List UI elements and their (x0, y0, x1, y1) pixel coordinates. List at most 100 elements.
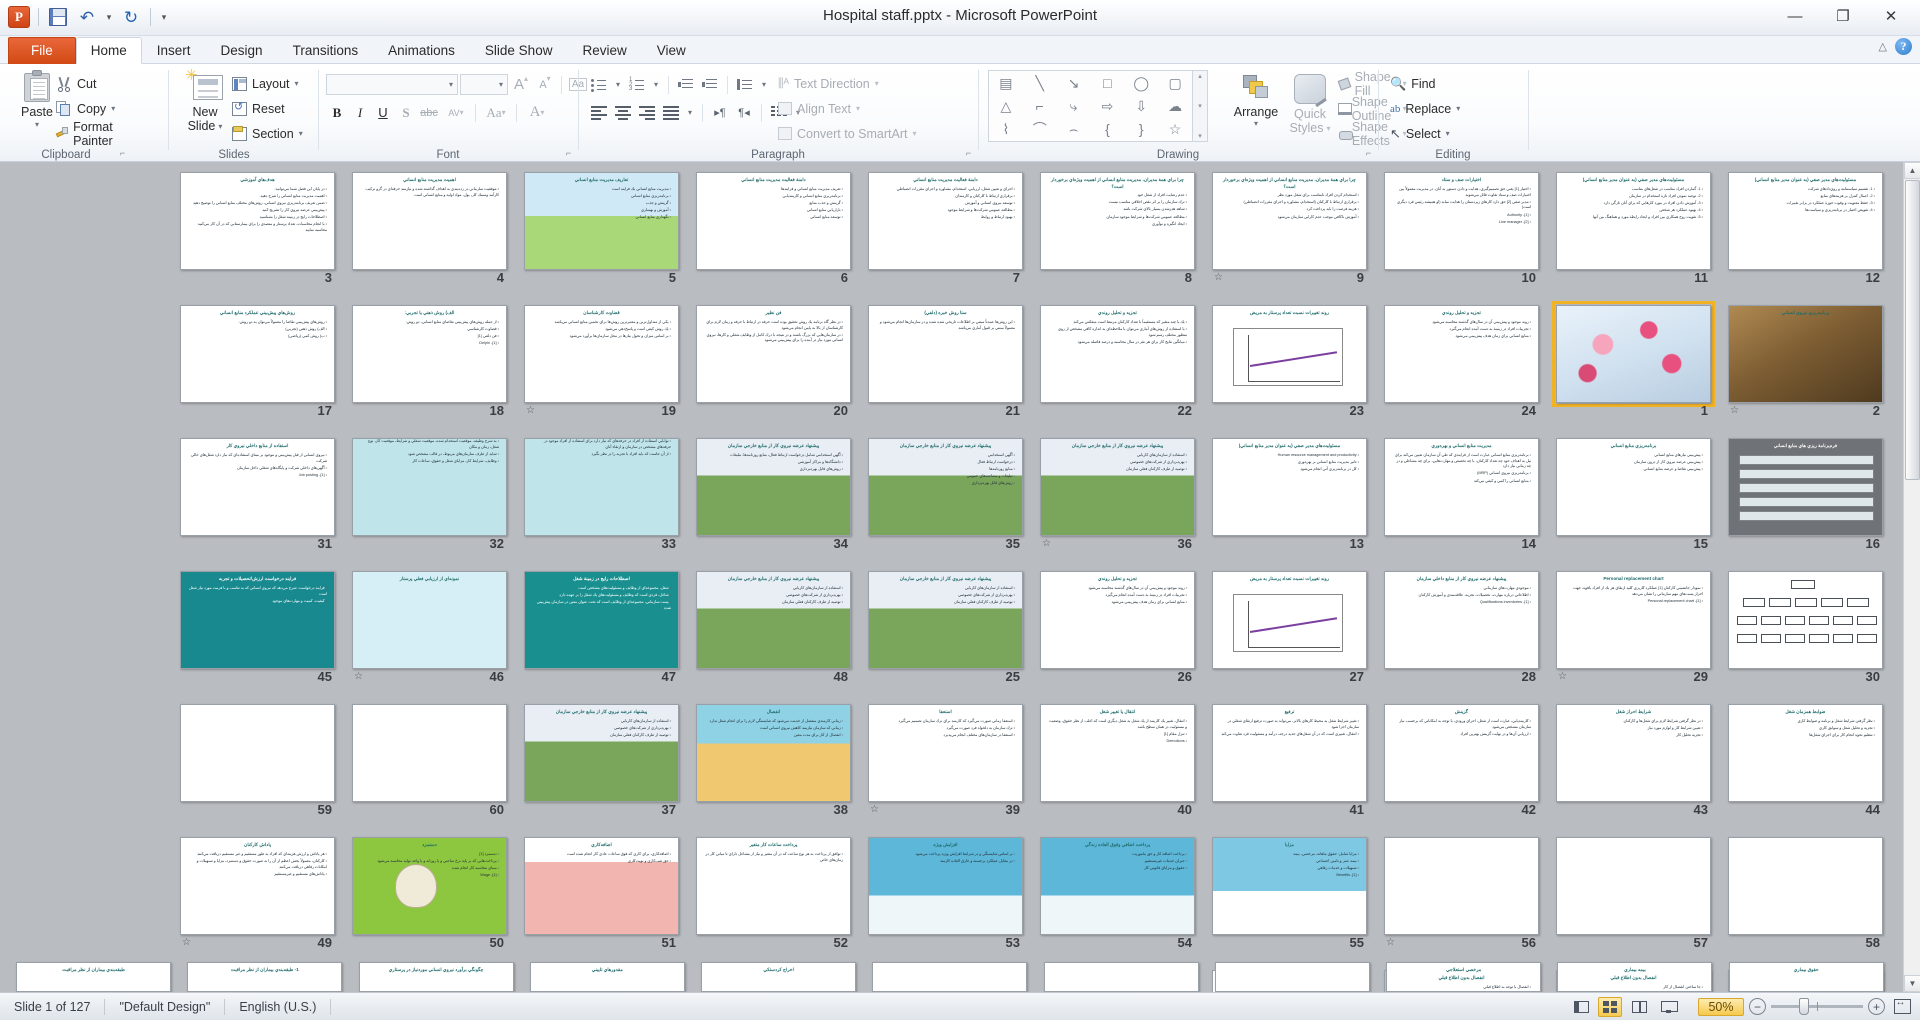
slide-thumbnail[interactable]: شرايط احراز شغل در نظر گرفتن شرايط لازم ب… (1556, 704, 1711, 802)
slide-thumbnail-cell[interactable]: نمونه‌اي از ارزيابي فعلي پرستار 46 ☆ (344, 567, 516, 700)
slide-thumbnail-cell-partial[interactable]: مرخصي و روزهاي تعطيل (1207, 962, 1378, 992)
convert-to-smartart-button[interactable]: Convert to SmartArt ▾ (778, 123, 916, 144)
slide-thumbnail[interactable]: دستمزد دستمزد [1]پرداخت‌هايي كه بر پايه ن… (352, 837, 507, 935)
shape-arrow-icon[interactable]: ↘ (1068, 76, 1080, 90)
slide-thumbnail-cell[interactable]: مديريت منابع انساني و بهره‌وري برنامه‌ريز… (1376, 434, 1548, 567)
shape-rightbrace-icon[interactable]: } (1139, 122, 1144, 136)
slide-thumbnail-cell[interactable]: روند تغييرات نسبت تعداد پرستار به مريض 27 (1204, 567, 1376, 700)
slide-show-view-button[interactable] (1656, 997, 1680, 1017)
slide-thumbnail[interactable]: افزايش ويژه بر اساس شايستگي و در شرايط اف… (868, 837, 1023, 935)
shapes-scroll-down-icon[interactable]: ▾ (1198, 102, 1202, 110)
slide-thumbnail[interactable]: پيشنهاد عرضه نيروي كار از منابع خارجي سا… (868, 571, 1023, 669)
shape-roundrect-icon[interactable]: ▢ (1168, 76, 1181, 90)
slide-thumbnail-cell[interactable]: پرداخت ساعات كار متغير توافق از پرداخت به… (688, 833, 860, 966)
slide-thumbnail-cell[interactable]: انفصال زماني كارمندي منفصل از خدمت مي‌شود… (688, 700, 860, 833)
slide-thumbnail[interactable]: انتقال يا تغيير شغل انتقال، تغيير يك كارم… (1040, 704, 1195, 802)
slide-thumbnail[interactable]: برنامه‌ريزي نيروي انساني (1728, 305, 1883, 403)
character-spacing-button[interactable]: AV ▾ (441, 102, 471, 123)
slide-thumbnail-cell[interactable]: روش‌هاي پيش‌بيني عملكرد منابع انساني روش‌… (172, 301, 344, 434)
slide-thumbnail[interactable]: اضافه‌كاري اضافه‌كاري، براي كاري كه فوق س… (524, 837, 679, 935)
font-dialog-launcher[interactable]: ⌐ (563, 148, 574, 159)
slide-thumbnail[interactable]: طبقه‌بندي بيماران از نظر مراقبت (16, 962, 172, 992)
slide-thumbnail-cell[interactable]: 60 (344, 700, 516, 833)
clipboard-dialog-launcher[interactable]: ⌐ (117, 148, 128, 159)
shape-line-icon[interactable]: ╲ (1036, 76, 1044, 90)
slide-thumbnail-cell[interactable]: روند تغييرات نسبت تعداد پرستار به مريض 23 (1204, 301, 1376, 434)
change-case-button[interactable]: Aa ▾ (480, 102, 512, 123)
shape-cloud-icon[interactable]: ☁ (1168, 99, 1182, 113)
slide-thumbnail-cell[interactable]: تعاريف مديريت منابع انساني مديريت منابع ا… (516, 168, 688, 301)
layout-button[interactable]: Layout ▾ (232, 73, 303, 94)
animation-icon[interactable]: ☆ (1730, 405, 1743, 417)
animation-icon[interactable]: ☆ (870, 804, 883, 816)
slide-thumbnail[interactable]: مديريت منابع انساني و بهره‌وري برنامه‌ريز… (1384, 438, 1539, 536)
select-button[interactable]: ↖ Select ▾ (1390, 123, 1460, 144)
underline-button[interactable]: U (372, 102, 394, 123)
animation-icon[interactable]: ☆ (1386, 937, 1399, 949)
slide-thumbnail-cell[interactable]: 58 (1720, 833, 1892, 966)
numbering-button[interactable]: 123 (626, 74, 648, 95)
slide-thumbnail-cell[interactable]: اصطلاحات رايج در زمينة شغل شغل، مجموعه‌اي… (516, 567, 688, 700)
tab-animations[interactable]: Animations (373, 37, 470, 64)
language-label[interactable]: English (U.S.) (225, 997, 330, 1017)
slide-thumbnail[interactable] (1556, 837, 1711, 935)
shapes-more-icon[interactable]: ▾ (1198, 132, 1202, 140)
slide-thumbnail-cell[interactable]: دامنة فعاليت مديريت منابع انساني تعريف مد… (688, 168, 860, 301)
slide-thumbnail-cell[interactable]: برنامه‌ريزي نيروي انساني 2 ☆ (1720, 301, 1892, 434)
increase-indent-button[interactable] (699, 74, 721, 95)
slide-thumbnail[interactable]: اختيارات صف و ستاد اختيار [1] يعني حق تصم… (1384, 172, 1539, 270)
slide-thumbnail[interactable] (352, 704, 507, 802)
format-painter-button[interactable]: Format Painter (55, 120, 132, 148)
slide-thumbnail-cell[interactable]: مسئوليت‌هاي مدير صفي (به عنوان مدير مناب… (1548, 168, 1720, 301)
slide-thumbnail-cell[interactable]: الف) روش ذهني يا تجربي: از جمله روش‌هاي پ… (344, 301, 516, 434)
slide-thumbnail-cell[interactable]: 59 (172, 700, 344, 833)
shape-textbox-icon[interactable]: ▤ (999, 76, 1012, 90)
slide-thumbnail[interactable]: اخراج كردستكي (701, 962, 857, 992)
slide-thumbnail[interactable] (1728, 837, 1883, 935)
slide-thumbnail[interactable]: روش‌هاي پيش‌بيني عملكرد منابع انساني روش‌… (180, 305, 335, 403)
slide-thumbnail[interactable]: توانايي استفاده از افراد در حرفه‌هاي كه … (524, 438, 679, 536)
slide-thumbnail-cell[interactable]: دامنة فعاليت مديريت منابع انساني اجراي و … (860, 168, 1032, 301)
slide-thumbnail-cell[interactable]: ترفيع تغيير شرايط شغل به محيط كارهاي بالا… (1204, 700, 1376, 833)
slide-thumbnail-cell[interactable]: برنامه‌ريزي منابع انساني پيش‌بيني نيازهاي… (1548, 434, 1720, 567)
drawing-dialog-launcher[interactable]: ⌐ (1363, 148, 1374, 159)
rtl-direction-button[interactable]: ¶◂ (733, 102, 755, 123)
slide-thumbnail-cell[interactable]: 30 (1720, 567, 1892, 700)
slide-thumbnail-cell[interactable]: استعفا استعفا زماني صورت مي‌گيرد كه كارمن… (860, 700, 1032, 833)
tab-slide-show[interactable]: Slide Show (470, 37, 568, 64)
slide-thumbnail[interactable] (1384, 837, 1539, 935)
animation-icon[interactable]: ☆ (354, 671, 367, 683)
slide-thumbnail-cell[interactable]: اضافه‌كاري اضافه‌كاري، براي كاري كه فوق س… (516, 833, 688, 966)
slide-thumbnail[interactable]: مسئوليت‌هاي مدير صفي (به عنوان مدير مناب… (1556, 172, 1711, 270)
slide-thumbnail[interactable]: دامنة فعاليت مديريت منابع انساني اجراي و … (868, 172, 1023, 270)
collapse-ribbon-icon[interactable]: △ (1879, 40, 1887, 53)
font-name-combobox[interactable]: ▾ (326, 74, 458, 95)
slide-thumbnail[interactable] (1552, 301, 1715, 407)
slide-thumbnail[interactable]: پيشنهاد عرضه نيروي كار از منابع خارجي سا… (696, 571, 851, 669)
copy-button[interactable]: Copy ▾ (56, 98, 132, 119)
slide-thumbnail-cell[interactable]: هدف‌هاي آموزشي در پايان اين فصل شما مي‌تو… (172, 168, 344, 301)
slide-thumbnail[interactable]: مقدورهاي تاييني (529, 962, 685, 992)
shape-downarrow-icon[interactable]: ⇩ (1135, 99, 1147, 113)
restore-button[interactable]: ❐ (1820, 2, 1866, 30)
slide-thumbnail-cell-partial[interactable]: حقوق بيماري (1721, 962, 1892, 992)
slide-thumbnail[interactable]: پرداخت ساعات كار متغير توافق از پرداخت به… (696, 837, 851, 935)
slide-thumbnail-cell[interactable]: تجزيه و تحليل روندي روند موجود و پيش‌بيني… (1376, 301, 1548, 434)
bullets-dropdown[interactable]: ▾ (612, 74, 624, 95)
scrollbar-thumb[interactable] (1905, 180, 1920, 480)
slide-thumbnail-cell[interactable]: اختيارات صف و ستاد اختيار [1] يعني حق تصم… (1376, 168, 1548, 301)
section-button[interactable]: Section ▾ (232, 123, 303, 144)
slide-thumbnail-cell[interactable]: فن نظير در نظر گاه برنامه يك روش تحقيق بو… (688, 301, 860, 434)
slide-thumbnail-cell-partial[interactable]: ترميم حقوق (864, 962, 1035, 992)
shapes-scrollbar[interactable]: ▴ ▾ ▾ (1193, 70, 1208, 142)
paragraph-dialog-launcher[interactable]: ⌐ (963, 148, 974, 159)
align-center-button[interactable] (612, 102, 634, 123)
slide-thumbnail-cell[interactable]: پيشنهاد عرضه نيروي كار از منابع خارجي سا… (516, 700, 688, 833)
scroll-down-button[interactable]: ▼ (1904, 975, 1920, 992)
italic-button[interactable]: I (349, 102, 371, 123)
zoom-in-button[interactable]: + (1868, 998, 1885, 1015)
shape-scribble-icon[interactable]: ⌇ (1002, 122, 1009, 136)
vertical-scrollbar[interactable]: ▲ ▼ (1903, 162, 1920, 992)
tab-design[interactable]: Design (206, 37, 278, 64)
tab-home[interactable]: Home (75, 37, 142, 64)
